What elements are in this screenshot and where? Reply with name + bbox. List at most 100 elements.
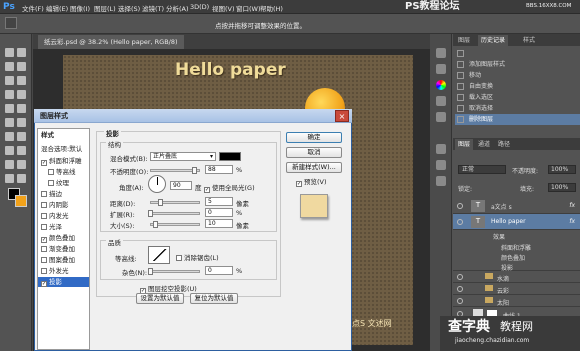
size-input[interactable]: 10 bbox=[205, 219, 233, 228]
effect-row[interactable]: 投影 bbox=[453, 261, 580, 272]
new-style-button[interactable]: 新建样式(W)... bbox=[286, 162, 342, 173]
style-item-pattern-overlay[interactable]: 图案叠加 bbox=[38, 255, 89, 265]
history-item[interactable] bbox=[455, 48, 580, 59]
checkbox[interactable]: ✓ bbox=[41, 281, 47, 287]
visibility-eye-icon[interactable] bbox=[457, 218, 463, 225]
history-item[interactable]: 取消选择 bbox=[455, 103, 580, 114]
checkbox[interactable]: ✓ bbox=[41, 160, 47, 166]
checkbox[interactable] bbox=[41, 213, 47, 219]
hand-icon[interactable] bbox=[5, 174, 14, 183]
pen-icon[interactable] bbox=[17, 132, 26, 141]
tab-layers[interactable]: 图层 bbox=[455, 35, 473, 46]
color-wheel-icon[interactable] bbox=[436, 80, 446, 90]
checkbox[interactable] bbox=[41, 224, 47, 230]
distance-input[interactable]: 5 bbox=[205, 197, 233, 206]
menu-analysis[interactable]: 分析(A) bbox=[166, 3, 189, 13]
size-slider-handle[interactable] bbox=[153, 221, 158, 228]
spread-slider[interactable] bbox=[150, 212, 200, 215]
shadow-color-swatch[interactable] bbox=[219, 152, 241, 161]
style-item-gradient-overlay[interactable]: 渐变叠加 bbox=[38, 244, 89, 254]
lasso-icon[interactable] bbox=[5, 62, 14, 71]
style-item-inner-glow[interactable]: 内发光 bbox=[38, 211, 89, 221]
document-tab[interactable]: 纸云彩.psd @ 38.2% (Hello paper, RGB/8) bbox=[38, 35, 184, 49]
spread-input[interactable]: 0 bbox=[205, 208, 233, 217]
style-item-contour[interactable]: 等高线 bbox=[38, 167, 89, 177]
checkbox[interactable] bbox=[41, 246, 47, 252]
gradient-icon[interactable] bbox=[17, 118, 26, 127]
tab-history[interactable]: 历史记录 bbox=[478, 35, 509, 46]
checkbox[interactable] bbox=[48, 169, 54, 175]
healing-icon[interactable] bbox=[5, 90, 14, 99]
channels-panel-icon[interactable] bbox=[436, 160, 446, 170]
checkbox[interactable]: ✓ bbox=[41, 237, 47, 243]
adjustments-panel-icon[interactable] bbox=[436, 96, 446, 106]
history-item[interactable]: 移动 bbox=[455, 70, 580, 81]
menu-3d[interactable]: 3D(D) bbox=[190, 3, 209, 11]
angle-dial[interactable] bbox=[148, 175, 166, 193]
history-item[interactable]: 自由变换 bbox=[455, 81, 580, 92]
style-item-stroke[interactable]: 描边 bbox=[38, 189, 89, 199]
tab-layers-panel[interactable]: 图层 bbox=[455, 139, 474, 150]
menu-select[interactable]: 选择(S) bbox=[118, 3, 140, 13]
menu-window[interactable]: 窗口(W) bbox=[236, 3, 261, 13]
dodge-icon[interactable] bbox=[5, 132, 14, 141]
style-item-inner-shadow[interactable]: 内阴影 bbox=[38, 200, 89, 210]
style-item-satin[interactable]: 光泽 bbox=[38, 222, 89, 232]
opacity-slider-handle[interactable] bbox=[192, 167, 197, 174]
zoom-icon[interactable] bbox=[17, 174, 26, 183]
layers-panel-icon[interactable] bbox=[436, 144, 446, 154]
marquee-icon[interactable] bbox=[17, 48, 26, 57]
spread-slider-handle[interactable] bbox=[148, 210, 153, 217]
path-select-icon[interactable] bbox=[17, 146, 26, 155]
eyedropper-icon[interactable] bbox=[17, 76, 26, 85]
distance-slider-handle[interactable] bbox=[158, 199, 163, 206]
style-item-styles[interactable]: 样式 bbox=[38, 130, 89, 140]
checkbox[interactable] bbox=[41, 202, 47, 208]
checkbox[interactable] bbox=[41, 191, 47, 197]
contour-picker[interactable] bbox=[148, 246, 170, 264]
effect-row[interactable]: 斜面和浮雕 bbox=[453, 241, 580, 252]
checkbox[interactable] bbox=[176, 255, 182, 261]
opacity-input[interactable]: 88 bbox=[205, 165, 233, 174]
history-item[interactable]: 添加图层样式 bbox=[455, 59, 580, 70]
effects-row[interactable]: 效果 bbox=[453, 230, 580, 241]
history-brush-icon[interactable] bbox=[17, 104, 26, 113]
layer-group-row[interactable]: 云彩 bbox=[453, 283, 580, 295]
menu-layer[interactable]: 图层(L) bbox=[94, 3, 116, 13]
global-light-option[interactable]: ✓ 使用全局光(G) bbox=[204, 182, 255, 193]
magic-wand-icon[interactable] bbox=[17, 62, 26, 71]
menu-file[interactable]: 文件(F) bbox=[22, 3, 44, 13]
menu-image[interactable]: 图像(I) bbox=[70, 3, 90, 13]
layer-group-row[interactable]: 太阳 bbox=[453, 295, 580, 307]
menu-view[interactable]: 视图(V) bbox=[212, 3, 235, 13]
visibility-eye-icon[interactable] bbox=[457, 297, 463, 304]
noise-slider[interactable] bbox=[150, 270, 200, 273]
masks-panel-icon[interactable] bbox=[436, 112, 446, 122]
history-item[interactable]: 载入选区 bbox=[455, 92, 580, 103]
type-icon[interactable] bbox=[5, 146, 14, 155]
style-item-outer-glow[interactable]: 外发光 bbox=[38, 266, 89, 276]
checkbox[interactable] bbox=[41, 268, 47, 274]
brush-icon[interactable] bbox=[17, 90, 26, 99]
blend-mode-select[interactable]: 正常 bbox=[458, 165, 506, 174]
angle-input[interactable]: 90 bbox=[170, 181, 192, 190]
menu-edit[interactable]: 编辑(E) bbox=[46, 3, 68, 13]
noise-slider-handle[interactable] bbox=[148, 268, 153, 275]
3d-icon[interactable] bbox=[17, 160, 26, 169]
dialog-titlebar[interactable] bbox=[34, 109, 352, 123]
crop-icon[interactable] bbox=[5, 76, 14, 85]
reset-default-button[interactable]: 复位为默认值 bbox=[190, 293, 238, 304]
blend-mode-dropdown[interactable]: 正片叠底 ▾ bbox=[150, 152, 216, 161]
fx-icon[interactable]: fx bbox=[569, 218, 575, 225]
stamp-icon[interactable] bbox=[5, 104, 14, 113]
visibility-eye-icon[interactable] bbox=[457, 285, 463, 292]
checkbox[interactable] bbox=[48, 180, 54, 186]
noise-input[interactable]: 0 bbox=[205, 266, 233, 275]
style-item-bevel-emboss[interactable]: ✓ 斜面和浮雕 bbox=[38, 156, 89, 166]
preview-option[interactable]: ✓ 预览(V) bbox=[296, 176, 327, 187]
antialias-option[interactable]: 消除锯齿(L) bbox=[176, 252, 219, 262]
menu-filter[interactable]: 滤镜(T) bbox=[142, 3, 164, 13]
checkbox[interactable]: ✓ bbox=[204, 187, 210, 193]
paths-panel-icon[interactable] bbox=[436, 176, 446, 186]
tab-paths[interactable]: 路径 bbox=[495, 139, 513, 150]
